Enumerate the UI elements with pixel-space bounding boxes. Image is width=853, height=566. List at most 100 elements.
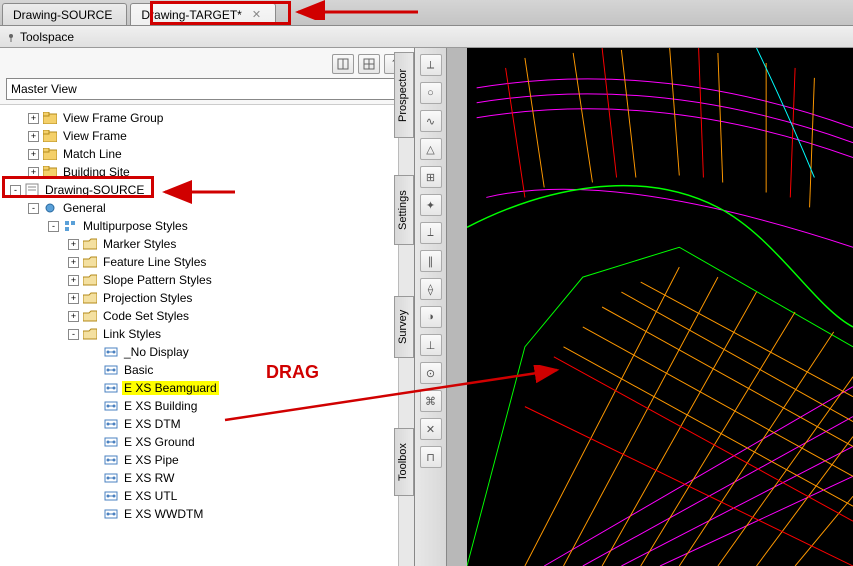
expand-icon[interactable]: +: [68, 311, 79, 322]
expand-icon[interactable]: +: [68, 275, 79, 286]
tool-icon[interactable]: ✦: [420, 194, 442, 216]
link-style-icon: [103, 362, 119, 378]
pin-icon[interactable]: [6, 32, 16, 42]
tree-node-label: Feature Line Styles: [101, 255, 208, 269]
tree-node[interactable]: E XS WWDTM: [4, 505, 412, 523]
tool-icon[interactable]: ∥: [420, 250, 442, 272]
tool-icon[interactable]: ⊥: [420, 334, 442, 356]
close-icon[interactable]: ✕: [252, 8, 261, 21]
vtab-survey[interactable]: Survey: [394, 296, 414, 358]
folder-open-icon: [82, 290, 98, 306]
collapse-icon[interactable]: -: [68, 329, 79, 340]
tree-node[interactable]: - Multipurpose Styles: [4, 217, 412, 235]
tree-node-label: Building Site: [61, 165, 132, 179]
tool-icon[interactable]: ∿: [420, 110, 442, 132]
tree-node-label: E XS Building: [122, 399, 199, 413]
drawing-area: ⟂ ○ ∿ △ ⊞ ✦ ⟘ ∥ ⟠ ◑ ⊥ ⊙ ⌘ ✕ ⊓: [415, 48, 853, 566]
view-dropdown[interactable]: Master View ▾: [6, 78, 408, 100]
vtab-prospector[interactable]: Prospector: [394, 52, 414, 138]
expand-icon[interactable]: +: [68, 239, 79, 250]
tool-icon[interactable]: ⌘: [420, 390, 442, 412]
expand-icon[interactable]: +: [68, 293, 79, 304]
expand-icon[interactable]: +: [28, 167, 39, 178]
tree-node[interactable]: + Feature Line Styles: [4, 253, 412, 271]
toolspace-panel: ? Master View ▾ + View Frame Group + View F…: [0, 48, 415, 566]
tree-node-label: E XS Ground: [122, 435, 197, 449]
gear-icon: [42, 200, 58, 216]
tree-node[interactable]: +Code Set Styles: [4, 307, 412, 325]
tree-node-label: Projection Styles: [101, 291, 194, 305]
tree-node[interactable]: + Marker Styles: [4, 235, 412, 253]
tool-icon[interactable]: ⟂: [420, 54, 442, 76]
link-style-icon: [103, 380, 119, 396]
tree-node-label: _No Display: [122, 345, 191, 359]
folder-open-icon: [82, 254, 98, 270]
tree-node-label: E XS Beamguard: [122, 381, 219, 395]
tab-drawing-source[interactable]: Drawing-SOURCE: [2, 3, 127, 25]
tree-node-label: View Frame: [61, 129, 129, 143]
tab-drawing-target[interactable]: Drawing-TARGET* ✕: [130, 3, 276, 25]
tree-node[interactable]: E XS Pipe: [4, 451, 412, 469]
panel-icon-row: ?: [0, 48, 414, 76]
tree-node[interactable]: E XS UTL: [4, 487, 412, 505]
link-style-icon: [103, 398, 119, 414]
tree-node[interactable]: + Projection Styles: [4, 289, 412, 307]
link-style-icon: [103, 470, 119, 486]
drawing-toolbar: ⟂ ○ ∿ △ ⊞ ✦ ⟘ ∥ ⟠ ◑ ⊥ ⊙ ⌘ ✕ ⊓: [415, 48, 447, 566]
grid-icon[interactable]: [358, 54, 380, 74]
tree-node-label: Link Styles: [101, 327, 163, 341]
tree-node[interactable]: E XS RW: [4, 469, 412, 487]
expand-icon[interactable]: +: [28, 149, 39, 160]
link-style-icon: [103, 488, 119, 504]
folder-icon: [42, 110, 58, 126]
expand-icon[interactable]: +: [28, 113, 39, 124]
vtab-toolbox[interactable]: Toolbox: [394, 428, 414, 496]
magnet-icon[interactable]: ⊓: [420, 446, 442, 468]
collapse-icon[interactable]: -: [48, 221, 59, 232]
expand-icon[interactable]: +: [28, 131, 39, 142]
tree-node[interactable]: -Drawing-SOURCE: [4, 181, 412, 199]
tool-icon[interactable]: ○: [420, 82, 442, 104]
tree-node[interactable]: - Link Styles: [4, 325, 412, 343]
drawing-canvas[interactable]: [467, 48, 853, 566]
tree-node[interactable]: _No Display: [4, 343, 412, 361]
tab-label: Drawing-SOURCE: [13, 8, 112, 22]
tree-node-label: Marker Styles: [101, 237, 178, 251]
folder-icon: [42, 128, 58, 144]
tree-node-label: Multipurpose Styles: [81, 219, 190, 233]
tool-icon[interactable]: ⊙: [420, 362, 442, 384]
tree-node-label: Basic: [122, 363, 155, 377]
link-style-icon: [103, 452, 119, 468]
tree-node-label: E XS RW: [122, 471, 176, 485]
tool-icon[interactable]: △: [420, 138, 442, 160]
link-style-icon: [103, 506, 119, 522]
layout-icon[interactable]: [332, 54, 354, 74]
vtab-settings[interactable]: Settings: [394, 175, 414, 245]
tool-icon[interactable]: ⟠: [420, 278, 442, 300]
tab-label: Drawing-TARGET*: [141, 8, 241, 22]
tree-node[interactable]: + View Frame Group: [4, 109, 412, 127]
tree-node[interactable]: E XS Building: [4, 397, 412, 415]
folder-icon: [42, 146, 58, 162]
tree-node-label: E XS WWDTM: [122, 507, 205, 521]
expand-icon[interactable]: +: [68, 257, 79, 268]
tree-node-label: View Frame Group: [61, 111, 165, 125]
tree-node[interactable]: + Slope Pattern Styles: [4, 271, 412, 289]
tool-icon[interactable]: ✕: [420, 418, 442, 440]
tree-node[interactable]: E XS DTM: [4, 415, 412, 433]
tree-node[interactable]: E XS Beamguard: [4, 379, 412, 397]
tool-icon[interactable]: ⟘: [420, 222, 442, 244]
tree-node[interactable]: Basic: [4, 361, 412, 379]
toolspace-titlebar: Toolspace: [0, 26, 853, 48]
tree-node-label: Slope Pattern Styles: [101, 273, 214, 287]
tree-node[interactable]: + View Frame: [4, 127, 412, 145]
tree-node[interactable]: E XS Ground: [4, 433, 412, 451]
tool-icon[interactable]: ◑: [420, 306, 442, 328]
prospector-tree[interactable]: +View Frame Group+View Frame+Match Line+…: [0, 104, 414, 566]
collapse-icon[interactable]: -: [28, 203, 39, 214]
tree-node[interactable]: + Building Site: [4, 163, 412, 181]
tree-node[interactable]: +Match Line: [4, 145, 412, 163]
collapse-icon[interactable]: -: [10, 185, 21, 196]
tree-node[interactable]: -General: [4, 199, 412, 217]
tool-icon[interactable]: ⊞: [420, 166, 442, 188]
